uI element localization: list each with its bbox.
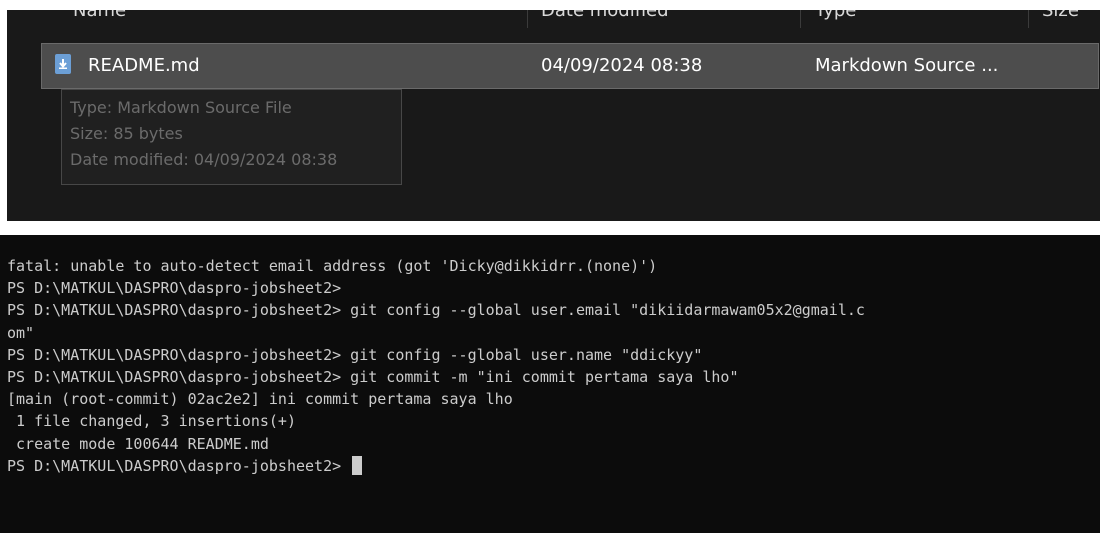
- file-type: Markdown Source ...: [815, 55, 999, 76]
- terminal-input-line[interactable]: PS D:\MATKUL\DASPRO\daspro-jobsheet2>: [7, 455, 1097, 477]
- powershell-terminal[interactable]: fatal: unable to auto-detect email addre…: [0, 235, 1100, 533]
- file-explorer-panel: Name Date modified Type Size README.md 0…: [7, 10, 1100, 221]
- tooltip-type: Type: Markdown Source File: [70, 98, 292, 117]
- terminal-line: PS D:\MATKUL\DASPRO\daspro-jobsheet2>: [7, 279, 342, 298]
- column-header-type[interactable]: Type: [815, 10, 856, 22]
- column-separator[interactable]: [800, 10, 801, 28]
- file-row-readme[interactable]: README.md 04/09/2024 08:38 Markdown Sour…: [41, 43, 1099, 89]
- file-date-modified: 04/09/2024 08:38: [541, 55, 703, 76]
- tooltip-date-modified: Date modified: 04/09/2024 08:38: [70, 150, 338, 169]
- terminal-prompt: PS D:\MATKUL\DASPRO\daspro-jobsheet2>: [7, 456, 351, 475]
- text-cursor: [352, 455, 363, 475]
- terminal-line: PS D:\MATKUL\DASPRO\daspro-jobsheet2> gi…: [7, 301, 865, 320]
- column-separator[interactable]: [527, 10, 528, 28]
- column-header-size[interactable]: Size: [1042, 10, 1079, 22]
- terminal-line: PS D:\MATKUL\DASPRO\daspro-jobsheet2> gi…: [7, 345, 703, 364]
- terminal-line: PS D:\MATKUL\DASPRO\daspro-jobsheet2> gi…: [7, 367, 739, 386]
- markdown-file-icon: [55, 54, 71, 74]
- terminal-line: [main (root-commit) 02ac2e2] ini commit …: [7, 390, 513, 409]
- terminal-line: 1 file changed, 3 insertions(+): [7, 412, 296, 431]
- file-name: README.md: [88, 55, 200, 76]
- column-header-date-modified[interactable]: Date modified: [541, 10, 669, 22]
- column-header-name[interactable]: Name: [73, 10, 126, 22]
- tooltip-size: Size: 85 bytes: [70, 124, 183, 143]
- terminal-line: om": [7, 323, 35, 342]
- terminal-output: fatal: unable to auto-detect email addre…: [7, 255, 1097, 477]
- terminal-line: create mode 100644 README.md: [7, 434, 269, 453]
- terminal-line: fatal: unable to auto-detect email addre…: [7, 257, 658, 275]
- file-info-tooltip: Type: Markdown Source File Size: 85 byte…: [61, 89, 402, 185]
- column-separator[interactable]: [1028, 10, 1029, 28]
